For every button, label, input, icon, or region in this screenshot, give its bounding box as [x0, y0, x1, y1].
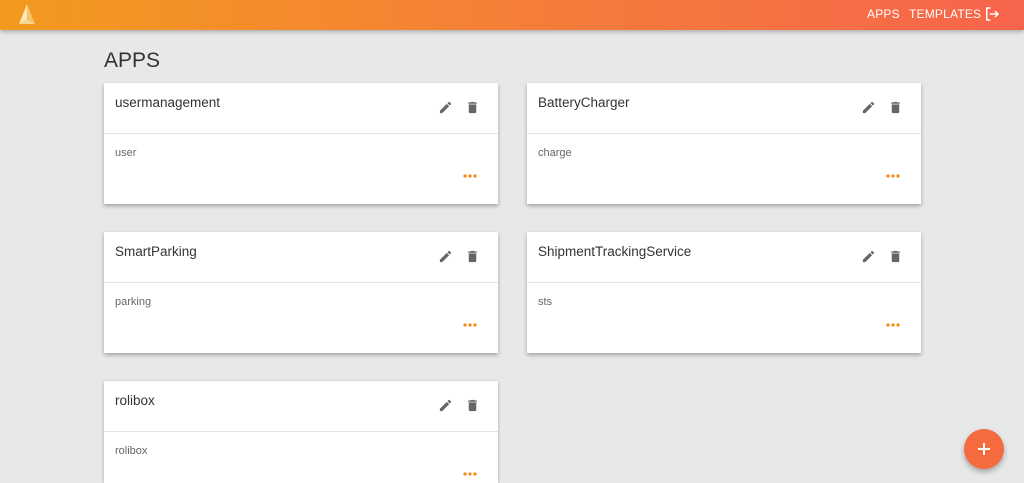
delete-icon[interactable]	[465, 398, 480, 413]
delete-icon[interactable]	[888, 249, 903, 264]
edit-icon[interactable]	[438, 398, 453, 413]
top-app-bar: APPS TEMPLATES	[0, 0, 1024, 30]
app-name: BatteryCharger	[538, 95, 630, 110]
app-card-header: ShipmentTrackingService	[527, 232, 921, 283]
more-icon[interactable]	[885, 173, 901, 179]
app-name: ShipmentTrackingService	[538, 244, 692, 259]
app-card[interactable]: usermanagement user	[104, 83, 498, 204]
more-icon[interactable]	[462, 322, 478, 328]
app-card[interactable]: BatteryCharger charge	[527, 83, 921, 204]
app-description: user	[115, 147, 137, 159]
app-description: charge	[538, 147, 572, 159]
app-name: rolibox	[115, 393, 155, 408]
app-card[interactable]: ShipmentTrackingService sts	[527, 232, 921, 353]
plus-icon	[978, 443, 990, 455]
more-icon[interactable]	[462, 173, 478, 179]
edit-icon[interactable]	[861, 100, 876, 115]
more-icon[interactable]	[885, 322, 901, 328]
delete-icon[interactable]	[465, 249, 480, 264]
delete-icon[interactable]	[465, 100, 480, 115]
pyramid-logo-icon[interactable]	[16, 3, 38, 25]
edit-icon[interactable]	[438, 100, 453, 115]
logout-icon[interactable]	[983, 5, 1001, 23]
app-description: parking	[115, 296, 152, 308]
nav-apps-link[interactable]: APPS	[867, 0, 900, 30]
edit-icon[interactable]	[861, 249, 876, 264]
app-name: usermanagement	[115, 95, 221, 110]
app-description: rolibox	[115, 445, 148, 457]
nav-templates-link[interactable]: TEMPLATES	[909, 0, 981, 30]
app-name: SmartParking	[115, 244, 197, 259]
app-card-header: SmartParking	[104, 232, 498, 283]
add-app-button[interactable]	[964, 429, 1004, 469]
app-card-header: usermanagement	[104, 83, 498, 134]
app-description: sts	[538, 296, 553, 308]
app-card[interactable]: SmartParking parking	[104, 232, 498, 353]
more-icon[interactable]	[462, 471, 478, 477]
page-title: APPS	[104, 49, 161, 72]
delete-icon[interactable]	[888, 100, 903, 115]
app-card-header: rolibox	[104, 381, 498, 432]
edit-icon[interactable]	[438, 249, 453, 264]
app-card[interactable]: rolibox rolibox	[104, 381, 498, 483]
app-card-header: BatteryCharger	[527, 83, 921, 134]
